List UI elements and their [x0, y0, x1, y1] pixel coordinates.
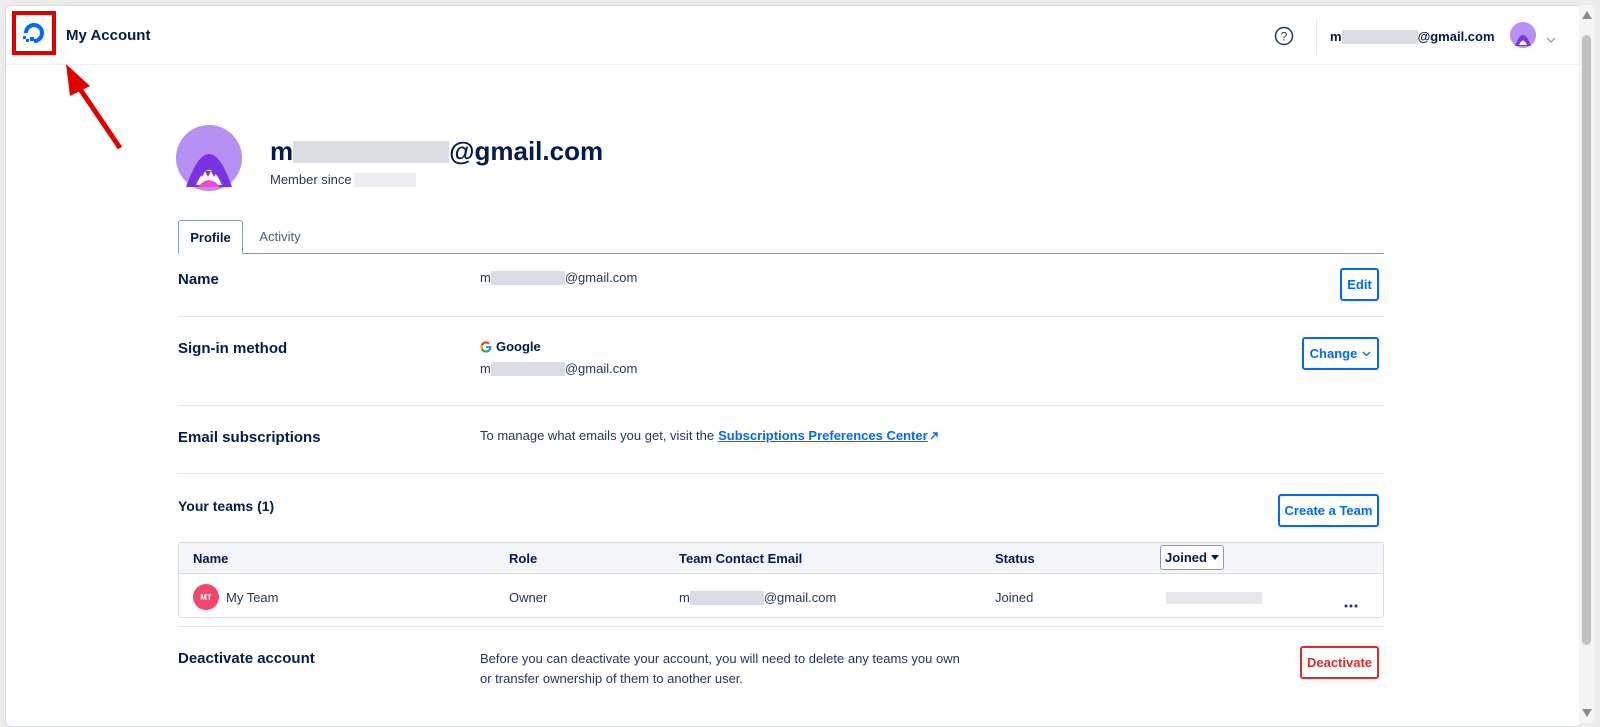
signin-email-suffix: @gmail.com	[564, 361, 638, 376]
column-header-contact-email[interactable]: Team Contact Email	[679, 551, 802, 566]
change-signin-button[interactable]: Change	[1302, 337, 1379, 370]
user-avatar-icon[interactable]	[1510, 22, 1536, 53]
redacted-block	[1341, 29, 1418, 44]
signin-email: m @gmail.com	[480, 361, 637, 376]
column-header-status[interactable]: Status	[995, 551, 1035, 566]
column-header-role[interactable]: Role	[509, 551, 537, 566]
section-divider	[178, 316, 1384, 317]
app-window: My Account ? m @gmail.com m @gmail.com M…	[5, 5, 1582, 727]
digitalocean-logo-icon[interactable]	[12, 11, 56, 55]
profile-tabs: Profile Activity	[178, 220, 1384, 254]
deactivate-text-line1: Before you can deactivate your account, …	[480, 651, 960, 666]
team-email-prefix: m	[679, 590, 690, 605]
section-divider	[178, 626, 1384, 627]
signin-provider: Google	[480, 339, 541, 354]
top-bar: My Account ? m @gmail.com	[6, 6, 1581, 65]
name-value: m @gmail.com	[480, 270, 637, 285]
profile-avatar	[176, 125, 242, 196]
table-header: Name Role Team Contact Email Status Join…	[179, 543, 1383, 574]
member-since: Member since	[270, 172, 416, 187]
deactivate-button[interactable]: Deactivate	[1300, 646, 1379, 679]
redacted-block	[293, 140, 450, 163]
name-value-prefix: m	[480, 270, 491, 285]
member-since-label: Member since	[270, 172, 352, 187]
annotation-arrow-icon	[66, 64, 123, 150]
deactivate-account-label: Deactivate account	[178, 650, 315, 667]
team-name[interactable]: My Team	[226, 590, 279, 605]
header-divider	[1316, 19, 1317, 55]
create-team-button[interactable]: Create a Team	[1278, 494, 1379, 527]
redacted-block	[353, 172, 416, 187]
section-divider	[178, 473, 1384, 474]
teams-table: Name Role Team Contact Email Status Join…	[178, 542, 1384, 618]
scrollbar-thumb[interactable]	[1582, 35, 1591, 645]
header-user-email[interactable]: m @gmail.com	[1330, 29, 1495, 44]
page-scrollbar[interactable]	[1579, 5, 1595, 723]
team-avatar: MT	[193, 584, 219, 610]
profile-email-suffix: @gmail.com	[449, 136, 604, 166]
signin-provider-name: Google	[496, 339, 541, 354]
google-icon	[480, 340, 492, 353]
email-subscriptions-text: To manage what emails you get, visit the…	[480, 428, 938, 443]
profile-email-prefix: m	[270, 136, 294, 166]
team-role: Owner	[509, 590, 548, 605]
header-email-prefix: m	[1330, 29, 1342, 44]
external-link-icon[interactable]	[930, 431, 938, 440]
team-email-suffix: @gmail.com	[763, 590, 837, 605]
help-circle-icon[interactable]: ?	[1274, 26, 1294, 51]
your-teams-label: Your teams (1)	[178, 498, 275, 514]
section-divider	[178, 405, 1384, 406]
chevron-down-icon	[1362, 351, 1371, 357]
subscriptions-preferences-link[interactable]: Subscriptions Preferences Center	[718, 428, 928, 443]
header-email-suffix: @gmail.com	[1417, 29, 1495, 44]
joined-sort-select[interactable]: Joined	[1160, 545, 1224, 570]
edit-name-button[interactable]: Edit	[1340, 268, 1379, 301]
name-label: Name	[178, 271, 219, 288]
scroll-up-arrow-icon[interactable]	[1582, 11, 1592, 19]
app-title[interactable]: My Account	[66, 27, 150, 44]
email-subscriptions-description: To manage what emails you get, visit the	[480, 428, 715, 443]
joined-select-label: Joined	[1165, 550, 1207, 565]
signin-method-label: Sign-in method	[178, 340, 288, 357]
tab-activity[interactable]: Activity	[250, 220, 310, 253]
scroll-down-arrow-icon[interactable]	[1582, 709, 1592, 717]
redacted-block	[490, 361, 565, 376]
redacted-block	[1166, 592, 1262, 604]
column-header-name[interactable]: Name	[193, 551, 228, 566]
redacted-block	[689, 590, 764, 605]
signin-email-prefix: m	[480, 361, 491, 376]
deactivate-text-line2: or transfer ownership of them to another…	[480, 671, 744, 686]
caret-down-icon	[1210, 555, 1219, 560]
more-options-icon[interactable]	[1344, 595, 1358, 613]
profile-email: m @gmail.com	[270, 136, 603, 167]
svg-text:?: ?	[1281, 30, 1288, 44]
team-contact-email: m @gmail.com	[679, 590, 836, 605]
change-button-label: Change	[1309, 346, 1358, 361]
name-value-suffix: @gmail.com	[564, 270, 638, 285]
email-subscriptions-label: Email subscriptions	[178, 429, 321, 446]
deactivate-description: Before you can deactivate your account, …	[480, 649, 960, 689]
team-status: Joined	[995, 590, 1034, 605]
redacted-block	[490, 270, 565, 285]
tab-profile[interactable]: Profile	[178, 220, 243, 254]
chevron-down-icon[interactable]	[1546, 31, 1556, 49]
